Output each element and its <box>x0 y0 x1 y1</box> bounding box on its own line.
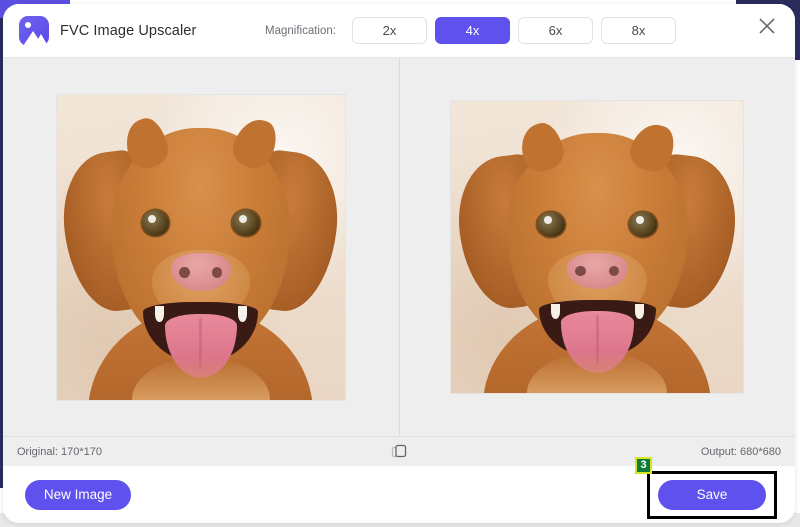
save-button[interactable]: Save <box>658 480 766 510</box>
logo-sun-shape <box>25 22 31 28</box>
magnification-label: Magnification: <box>265 25 336 37</box>
logo-mountain-small-shape <box>34 34 48 46</box>
magnification-option-8x[interactable]: 8x <box>601 17 676 44</box>
image-photo-icon <box>19 16 49 46</box>
new-image-button[interactable]: New Image <box>25 480 131 510</box>
upscaled-dog-image <box>451 101 743 393</box>
preview-area <box>3 58 795 436</box>
output-size-label: Output: 680*680 <box>701 446 781 458</box>
close-icon[interactable] <box>753 12 781 40</box>
status-bar: Original: 170*170 Output: 680*680 <box>3 436 795 466</box>
dialog-header: FVC Image Upscaler Magnification: 2x 4x … <box>3 4 795 58</box>
magnification-option-2x[interactable]: 2x <box>352 17 427 44</box>
dialog-footer: New Image 3 Save <box>3 466 795 523</box>
magnification-option-6x[interactable]: 6x <box>518 17 593 44</box>
compare-squares-icon[interactable] <box>391 444 407 465</box>
original-dog-image <box>57 95 345 400</box>
page-title: FVC Image Upscaler <box>60 23 196 39</box>
upscaled-image-preview[interactable] <box>400 58 796 436</box>
upscaler-dialog: FVC Image Upscaler Magnification: 2x 4x … <box>3 4 795 523</box>
magnification-control-group: Magnification: 2x 4x 6x 8x <box>265 4 676 57</box>
annotation-step-badge: 3 <box>635 457 652 474</box>
save-button-annotation-wrapper: 3 Save <box>647 471 777 519</box>
original-image-preview[interactable] <box>3 58 399 436</box>
magnification-option-4x[interactable]: 4x <box>435 17 510 44</box>
original-size-label: Original: 170*170 <box>17 446 102 458</box>
